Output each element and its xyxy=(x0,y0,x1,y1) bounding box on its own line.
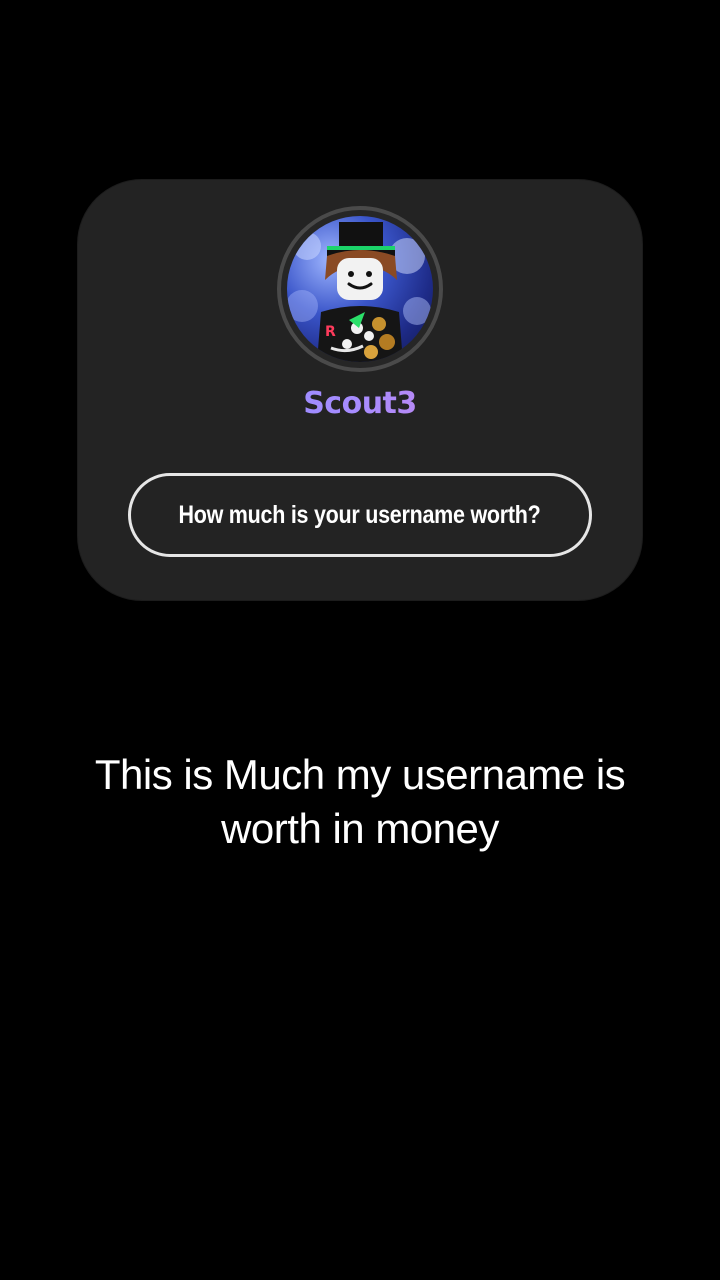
svg-text:R: R xyxy=(325,324,336,340)
video-caption: This is Much my username is worth in mon… xyxy=(94,751,626,852)
roblox-avatar-icon: R xyxy=(287,222,431,362)
username: Scout3 xyxy=(0,386,720,421)
username-worth-button-label: How much is your username worth? xyxy=(178,500,542,529)
avatar-frame: R xyxy=(277,206,443,372)
screen: R Scout3 How much is your username worth… xyxy=(0,0,720,1280)
avatar: R xyxy=(287,216,433,362)
username-worth-button[interactable]: How much is your username worth? xyxy=(128,473,592,557)
